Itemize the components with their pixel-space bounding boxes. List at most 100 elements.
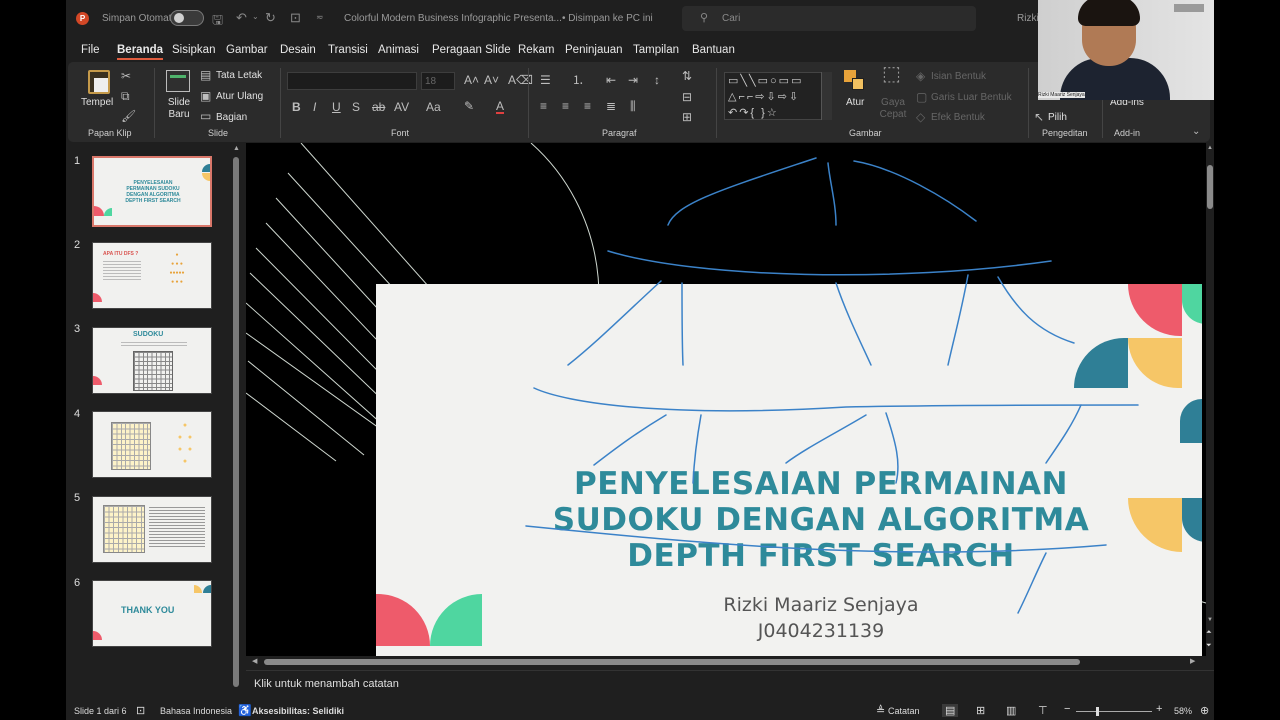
line-spacing-icon[interactable]: ↕ — [654, 74, 660, 86]
undo-icon[interactable]: ↶ — [236, 10, 247, 26]
accessibility-status[interactable]: Aksesibilitas: Selidiki — [252, 706, 344, 716]
shapes-gallery-scroll[interactable] — [821, 72, 832, 120]
slide-thumbnail-3[interactable]: SUDOKU — [92, 327, 212, 394]
shadow-icon[interactable]: S — [352, 101, 360, 113]
scrollbar-thumb[interactable] — [1207, 165, 1213, 209]
quick-styles-button[interactable]: Gaya Cepat — [878, 97, 908, 121]
fit-to-window-icon[interactable]: ⊕ — [1200, 704, 1209, 717]
editor-vertical-scrollbar[interactable]: ▲ ▼ ⏶ ⏷ — [1206, 143, 1214, 656]
slide-thumbnail-1[interactable]: PENYELESAIAN PERMAINAN SUDOKU DENGAN ALG… — [92, 156, 212, 227]
increase-indent-icon[interactable]: ⇥ — [628, 74, 638, 86]
underline-icon[interactable]: U — [332, 101, 341, 113]
zoom-level[interactable]: 58% — [1174, 706, 1192, 716]
align-center-icon[interactable]: ≡ — [562, 100, 569, 112]
document-title[interactable]: Colorful Modern Business Infographic Pre… — [344, 13, 562, 24]
bold-icon[interactable]: B — [292, 101, 301, 113]
save-icon[interactable]: 🖫 — [212, 11, 223, 33]
select-button[interactable]: Pilih — [1048, 112, 1067, 123]
reset-button[interactable]: Atur Ulang — [216, 91, 263, 102]
tab-animasi[interactable]: Animasi — [378, 44, 419, 56]
change-case-icon[interactable]: Aa — [426, 101, 441, 113]
slide-canvas[interactable]: PENYELESAIAN PERMAINAN SUDOKU DENGAN ALG… — [246, 143, 1206, 656]
highlight-icon[interactable]: ✎ — [464, 100, 474, 112]
align-left-icon[interactable]: ≡ — [540, 100, 547, 112]
strikethrough-icon[interactable]: ab — [372, 101, 385, 113]
bullets-icon[interactable]: ☰ — [540, 74, 551, 86]
slide-thumbnail-6[interactable]: THANK YOU — [92, 580, 212, 647]
shapes-gallery[interactable]: ▭╲╲▭○▭▭ △⌐⌐⇨⇩⇨⇩ ↶↷{ }☆ — [724, 72, 832, 120]
layout-button[interactable]: Tata Letak — [216, 70, 262, 81]
zoom-slider[interactable] — [1076, 707, 1152, 716]
scroll-left-icon[interactable]: ◀ — [252, 657, 257, 665]
next-slide-icon[interactable]: ⏷ — [1206, 642, 1212, 650]
font-size-dropdown[interactable]: 18 — [421, 72, 455, 90]
quick-styles-icon[interactable]: ⬚ — [882, 64, 901, 84]
tab-tampilan[interactable]: Tampilan — [633, 44, 679, 56]
redo-icon[interactable]: ↻ — [265, 10, 276, 26]
paste-button[interactable]: Tempel — [81, 97, 113, 108]
present-icon[interactable]: ⊡ — [290, 10, 301, 26]
new-slide-button[interactable]: Slide Baru — [164, 97, 194, 121]
reading-view-icon[interactable]: ▥ — [1006, 704, 1016, 717]
shape-effects-button[interactable]: Efek Bentuk — [931, 112, 985, 123]
tab-file[interactable]: File — [81, 44, 100, 56]
align-text-icon[interactable]: ⊟ — [682, 91, 692, 103]
customize-toolbar-icon[interactable]: ≂ — [316, 12, 324, 23]
shrink-font-icon[interactable]: A˅ — [484, 74, 499, 86]
shape-fill-button[interactable]: Isian Bentuk — [931, 71, 986, 82]
font-name-dropdown[interactable] — [287, 72, 417, 90]
slide-thumbnail-2[interactable]: APA ITU DFS ? ● ● ● ● ●●●●● ● ● ● — [92, 242, 212, 309]
tab-rekam[interactable]: Rekam — [518, 44, 554, 56]
paste-icon[interactable] — [88, 70, 110, 94]
tab-bantuan[interactable]: Bantuan — [692, 44, 735, 56]
user-name[interactable]: Rizki — [1017, 13, 1039, 24]
arrange-button[interactable]: Atur — [846, 97, 864, 108]
scroll-up-icon[interactable]: ▲ — [1207, 145, 1213, 151]
scrollbar-thumb[interactable] — [233, 157, 239, 687]
justify-icon[interactable]: ≣ — [606, 100, 616, 112]
scroll-right-icon[interactable]: ▶ — [1190, 657, 1195, 665]
columns-icon[interactable]: ⫼ — [630, 100, 636, 112]
text-direction-icon[interactable]: ⇅ — [682, 70, 692, 82]
normal-view-icon[interactable]: ▤ — [942, 704, 959, 717]
search-box[interactable]: ⚲ Cari — [682, 6, 976, 31]
decrease-indent-icon[interactable]: ⇤ — [606, 74, 616, 86]
copy-icon[interactable]: ⧉ — [121, 90, 130, 102]
align-right-icon[interactable]: ≡ — [584, 100, 591, 112]
undo-dropdown-icon[interactable]: ⌄ — [252, 12, 259, 21]
format-painter-icon[interactable]: 🖌 — [121, 110, 136, 122]
thumbnail-scrollbar[interactable]: ▲ — [232, 145, 242, 690]
tab-gambar[interactable]: Gambar — [226, 44, 268, 56]
scroll-down-icon[interactable]: ▼ — [1207, 617, 1213, 623]
notes-icon[interactable]: ⊡ — [136, 704, 145, 717]
autosave-toggle[interactable] — [170, 10, 204, 26]
tab-desain[interactable]: Desain — [280, 44, 316, 56]
collapse-ribbon-icon[interactable]: ⌄ — [1192, 126, 1200, 138]
scrollbar-thumb[interactable] — [264, 659, 1080, 665]
zoom-in-icon[interactable]: + — [1156, 703, 1162, 715]
notes-placeholder[interactable]: Klik untuk menambah catatan — [254, 678, 399, 690]
tab-peragaan-slide[interactable]: Peragaan Slide — [432, 44, 511, 56]
character-spacing-icon[interactable]: AV — [394, 101, 409, 113]
slideshow-icon[interactable]: ⊤ — [1038, 704, 1048, 717]
notes-pane[interactable]: Klik untuk menambah catatan — [246, 670, 1214, 700]
tab-beranda[interactable]: Beranda — [117, 44, 164, 60]
smartart-icon[interactable]: ⊞ — [682, 111, 692, 123]
new-slide-icon[interactable] — [166, 70, 190, 92]
italic-icon[interactable]: I — [313, 101, 316, 113]
clear-formatting-icon[interactable]: A⌫ — [508, 74, 533, 86]
zoom-slider-thumb[interactable] — [1096, 707, 1099, 716]
language-indicator[interactable]: Bahasa Indonesia — [160, 706, 232, 716]
notes-toggle-button[interactable]: Catatan — [888, 706, 920, 716]
font-color-icon[interactable]: A — [496, 100, 505, 114]
cut-icon[interactable]: ✂ — [121, 70, 131, 82]
section-button[interactable]: Bagian — [216, 112, 247, 123]
previous-slide-icon[interactable]: ⏶ — [1206, 629, 1212, 637]
tab-transisi[interactable]: Transisi — [328, 44, 368, 56]
scroll-up-icon[interactable]: ▲ — [233, 145, 240, 152]
shape-outline-button[interactable]: Garis Luar Bentuk — [931, 92, 1012, 103]
zoom-out-icon[interactable]: − — [1064, 703, 1070, 715]
slide-sorter-icon[interactable]: ⊞ — [976, 704, 985, 717]
grow-font-icon[interactable]: A˄ — [464, 74, 479, 86]
arrange-icon[interactable] — [844, 70, 866, 92]
